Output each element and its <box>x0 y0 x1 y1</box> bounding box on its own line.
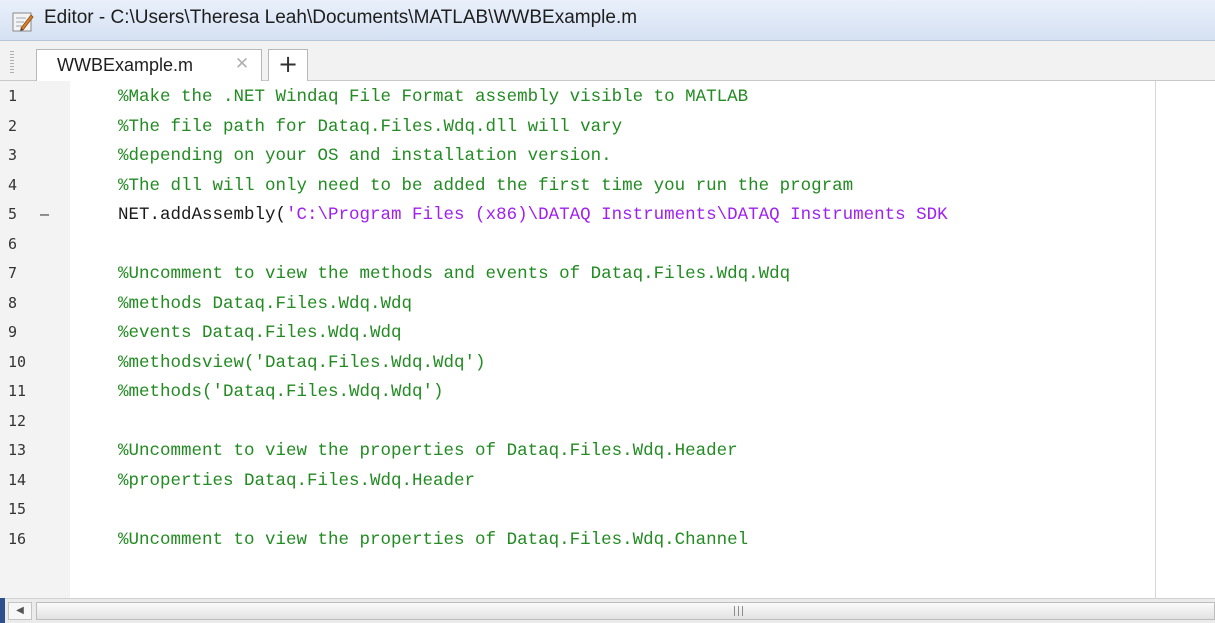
code-line[interactable]: 9 %events Dataq.Files.Wdq.Wdq <box>0 319 1215 348</box>
line-number: 1 <box>8 87 18 105</box>
code-editor[interactable]: 1 %Make the .NET Windaq File Format assem… <box>0 81 1215 598</box>
code-token-comment: %The file path for Dataq.Files.Wdq.dll w… <box>118 116 623 137</box>
code-line[interactable]: 8 %methods Dataq.Files.Wdq.Wdq <box>0 290 1215 319</box>
code-line[interactable]: 13 %Uncomment to view the properties of D… <box>0 437 1215 466</box>
code-line[interactable]: 4 %The dll will only need to be added the… <box>0 172 1215 201</box>
line-text: %Uncomment to view the properties of Dat… <box>118 530 748 550</box>
matlab-editor-icon <box>12 12 34 32</box>
line-number: 4 <box>8 175 18 194</box>
scroll-thumb[interactable] <box>36 602 1215 620</box>
line-number: 12 <box>8 411 27 430</box>
code-line[interactable]: 16 %Uncomment to view the properties of D… <box>0 526 1215 555</box>
line-number: 10 <box>8 352 27 371</box>
code-line[interactable]: 14 %properties Dataq.Files.Wdq.Header <box>0 467 1215 496</box>
line-number: 6 <box>8 234 18 253</box>
code-line[interactable]: 3 %depending on your OS and installation … <box>0 142 1215 171</box>
line-text: %Uncomment to view the methods and event… <box>118 264 790 284</box>
code-line[interactable]: 2 %The file path for Dataq.Files.Wdq.dll … <box>0 113 1215 142</box>
line-text: %The file path for Dataq.Files.Wdq.dll w… <box>118 117 622 137</box>
code-line[interactable]: 15 <box>0 496 1215 525</box>
code-token-comment: %Make the .NET Windaq File Format assemb… <box>118 87 749 107</box>
line-text: %properties Dataq.Files.Wdq.Header <box>118 471 475 491</box>
code-token-comment: %methods Dataq.Files.Wdq.Wdq <box>118 293 413 314</box>
line-number: 2 <box>8 116 18 135</box>
line-text: %Make the .NET Windaq File Format assemb… <box>118 87 748 107</box>
code-token-comment: %Uncomment to view the properties of Dat… <box>118 529 749 550</box>
editor-window: Editor - C:\Users\Theresa Leah\Documents… <box>0 0 1215 623</box>
tab-bar-grip-icon[interactable] <box>10 51 14 73</box>
code-line[interactable]: 5 – NET.addAssembly('C:\Program Files (x86… <box>0 201 1215 230</box>
line-number: 5 <box>8 205 18 223</box>
line-text: NET.addAssembly('C:\Program Files (x86)\… <box>118 205 948 225</box>
close-icon[interactable]: ✕ <box>231 53 253 75</box>
code-token-comment: %events Dataq.Files.Wdq.Wdq <box>118 323 402 343</box>
line-text: %events Dataq.Files.Wdq.Wdq <box>118 323 402 343</box>
breakpoint-marker[interactable]: – <box>40 205 49 223</box>
scroll-left-button[interactable]: ◀ <box>8 602 32 620</box>
line-text: %methodsview('Dataq.Files.Wdq.Wdq') <box>118 353 486 373</box>
line-number: 16 <box>8 529 27 548</box>
title-bar[interactable]: Editor - C:\Users\Theresa Leah\Documents… <box>0 0 1215 41</box>
tab-label: WWBExample.m <box>57 55 194 75</box>
horizontal-scrollbar[interactable]: ◀ <box>0 598 1215 623</box>
code-token-comment: %depending on your OS and installation v… <box>118 146 612 166</box>
tab-wwbexample[interactable]: WWBExample.m ✕ <box>36 49 262 81</box>
left-edge-strip <box>0 598 5 623</box>
line-number: 7 <box>8 264 18 282</box>
line-number: 11 <box>8 382 27 400</box>
line-text: %Uncomment to view the properties of Dat… <box>118 441 738 461</box>
code-line[interactable]: 7 %Uncomment to view the methods and even… <box>0 260 1215 289</box>
line-number: 9 <box>8 323 18 341</box>
line-text: %methods('Dataq.Files.Wdq.Wdq') <box>118 382 444 402</box>
code-token-code: NET.addAssembly( <box>118 205 287 225</box>
code-token-comment: %methods('Dataq.Files.Wdq.Wdq') <box>118 382 444 402</box>
scroll-grip-icon <box>734 606 746 616</box>
line-text: %The dll will only need to be added the … <box>118 176 853 196</box>
line-number: 15 <box>8 500 27 518</box>
code-line[interactable]: 10 %methodsview('Dataq.Files.Wdq.Wdq') <box>0 349 1215 378</box>
line-text: %depending on your OS and installation v… <box>118 146 612 166</box>
code-line[interactable]: 12 <box>0 408 1215 437</box>
code-line[interactable]: 11 %methods('Dataq.Files.Wdq.Wdq') <box>0 378 1215 407</box>
line-number: 13 <box>8 441 27 459</box>
code-line[interactable]: 1 %Make the .NET Windaq File Format assem… <box>0 83 1215 112</box>
code-token-comment: %methodsview('Dataq.Files.Wdq.Wdq') <box>118 352 486 373</box>
code-token-comment: %Uncomment to view the methods and event… <box>118 264 791 284</box>
new-tab-button[interactable]: + <box>268 49 308 81</box>
code-token-comment: %Uncomment to view the properties of Dat… <box>118 441 738 461</box>
line-number: 14 <box>8 470 27 489</box>
code-token-comment: %properties Dataq.Files.Wdq.Header <box>118 470 476 491</box>
line-number: 3 <box>8 146 18 164</box>
code-token-str: 'C:\Program Files (x86)\DATAQ Instrument… <box>286 205 948 225</box>
code-token-comment: %The dll will only need to be added the … <box>118 175 854 196</box>
line-text: %methods Dataq.Files.Wdq.Wdq <box>118 294 412 314</box>
tab-bar: WWBExample.m ✕ + <box>0 41 1215 81</box>
window-title: Editor - C:\Users\Theresa Leah\Documents… <box>44 7 638 28</box>
code-line[interactable]: 6 <box>0 231 1215 260</box>
line-number: 8 <box>8 293 18 312</box>
